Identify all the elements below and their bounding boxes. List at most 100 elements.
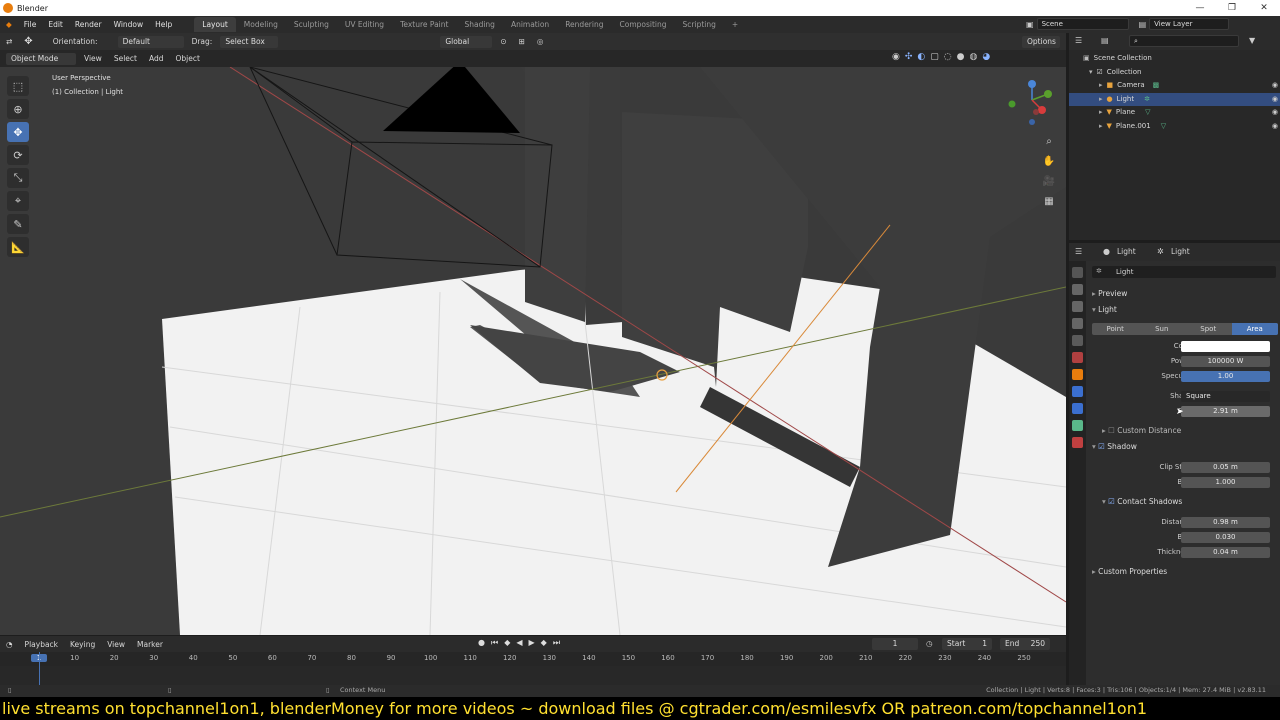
outliner-collection[interactable]: ▾ ☑ Collection [1069,66,1280,80]
tab-texture-paint[interactable]: Texture Paint [392,17,456,32]
outliner-item-plane-001[interactable]: ▸ ▼ Plane.001 ▽ ◉ [1069,120,1280,134]
menu-help[interactable]: Help [149,20,178,29]
camera-view-icon[interactable]: 🎥 [1042,172,1056,192]
specular-field[interactable]: 1.00 [1181,371,1270,382]
options-dropdown[interactable]: Options [1022,35,1060,48]
eye-icon[interactable]: ◉ [1272,120,1278,134]
proportional-edit-icon[interactable]: ◎ [531,37,550,46]
tab-animation[interactable]: Animation [503,17,557,32]
measure-tool-icon[interactable]: 📐 [7,237,29,257]
editor-type-icon[interactable]: ◆ [0,20,18,29]
custom-distance-checkbox[interactable]: ☐ [1108,426,1117,435]
tab-shading[interactable]: Shading [456,17,502,32]
light-type-area[interactable]: Area [1231,323,1278,335]
section-contact-shadows[interactable]: ▾ ☑ Contact Shadows [1102,497,1182,506]
timeline-menu-marker[interactable]: Marker [131,640,169,649]
menu-render[interactable]: Render [69,20,108,29]
navigation-gizmo[interactable] [1008,78,1058,128]
outliner-item-camera[interactable]: ▸ ■ Camera ▩ ◉ [1069,79,1280,93]
section-shadow[interactable]: ▾ ☑ Shadow [1092,442,1137,451]
viewport-menu-select[interactable]: Select [108,54,143,63]
overlay-icon[interactable]: ◐ [917,52,925,62]
play-icon[interactable]: ▶ [529,638,535,648]
orientation-dropdown[interactable]: Default [117,35,184,48]
snap-icon[interactable]: ⊞ [513,37,531,46]
zoom-icon[interactable]: ⌕ [1042,132,1056,152]
eye-icon[interactable]: ◉ [1272,106,1278,120]
jump-start-icon[interactable]: ⏮ [491,638,498,648]
menu-file[interactable]: File [18,20,43,29]
grid-view-icon[interactable]: ▦ [1042,192,1056,212]
prev-keyframe-icon[interactable]: ◆ [504,638,510,648]
object-tab-icon[interactable] [1072,369,1083,380]
shape-dropdown[interactable]: Square [1181,391,1270,402]
eye-icon[interactable]: ◉ [1272,79,1278,93]
tool-tab-icon[interactable] [1072,267,1083,278]
physics-tab-icon[interactable] [1072,386,1083,397]
render-tab-icon[interactable] [1072,284,1083,295]
annotate-tool-icon[interactable]: ✎ [7,214,29,234]
end-frame-field[interactable]: End 250 [1000,638,1050,650]
xray-icon[interactable]: ▢ [930,52,939,62]
constraints-tab-icon[interactable] [1072,403,1083,414]
minimize-icon[interactable]: — [1184,0,1216,16]
section-preview[interactable]: ▸ Preview [1092,289,1127,298]
transform-tool-icon[interactable]: ✥ [18,36,38,47]
wireframe-shading-icon[interactable]: ◌ [944,52,952,62]
output-tab-icon[interactable] [1072,301,1083,312]
tab-rendering[interactable]: Rendering [557,17,611,32]
scene-icon[interactable]: ▣ [1026,20,1034,29]
contact-shadows-checkbox[interactable]: ☑ [1108,497,1117,506]
tab-sculpting[interactable]: Sculpting [286,17,337,32]
properties-editor-icon[interactable]: ☰ [1075,247,1082,256]
menu-window[interactable]: Window [108,20,150,29]
tool-settings-icon[interactable]: ⇄ [0,37,18,46]
tab-scripting[interactable]: Scripting [675,17,724,32]
view-layer-icon[interactable]: ▤ [1139,20,1147,29]
pan-hand-icon[interactable]: ✋ [1042,152,1056,172]
material-shading-icon[interactable]: ◍ [970,52,978,62]
tab-modeling[interactable]: Modeling [236,17,286,32]
size-field[interactable]: 2.91 m [1181,406,1270,417]
clock-icon[interactable]: ◷ [926,639,933,648]
menu-edit[interactable]: Edit [42,20,69,29]
collection-checkbox-icon[interactable]: ☑ [1097,68,1103,76]
timeline-menu-playback[interactable]: Playback [19,640,64,649]
section-light[interactable]: ▾ Light [1092,305,1117,314]
expand-icon[interactable]: ▾ [1089,68,1093,76]
distance-field[interactable]: 0.98 m [1181,517,1270,528]
light-type-sun[interactable]: Sun [1139,323,1186,335]
rotate-tool-icon[interactable]: ⟳ [7,145,29,165]
contact-bias-field[interactable]: 0.030 [1181,532,1270,543]
power-field[interactable]: 100000 W [1181,356,1270,367]
next-keyframe-icon[interactable]: ◆ [541,638,547,648]
color-swatch[interactable] [1181,341,1270,352]
light-data-tab-icon[interactable] [1072,420,1083,431]
outliner-item-light[interactable]: ▸ ● Light ✲ ◉ [1069,92,1280,106]
scene-tab-icon[interactable] [1072,335,1083,346]
view-layer-selector[interactable]: View Layer [1149,18,1230,30]
timeline-ruler[interactable]: 1102030405060708090100110120130140150160… [0,652,1066,666]
current-frame-field[interactable]: 1 [872,638,918,650]
section-custom-properties[interactable]: ▸ Custom Properties [1092,567,1167,576]
outliner-editor-icon[interactable]: ☰ [1075,36,1082,45]
timeline-menu-view[interactable]: View [101,640,131,649]
close-icon[interactable]: ✕ [1248,0,1280,16]
filter-icon[interactable]: ▼ [1249,36,1255,45]
transform-orientation-dropdown[interactable]: Global [440,35,493,48]
select-box-tool-icon[interactable]: ⬚ [7,76,29,96]
outliner-display-icon[interactable]: ▤ [1101,36,1109,45]
pivot-icon[interactable]: ⊙ [494,37,512,46]
move-tool-icon[interactable]: ✥ [7,122,29,142]
shadow-checkbox[interactable]: ☑ [1098,442,1107,451]
view-layer-tab-icon[interactable] [1072,318,1083,329]
outliner-scene-collection[interactable]: ▣ Scene Collection [1069,52,1280,66]
viewport-menu-object[interactable]: Object [169,54,205,63]
visibility-icon[interactable]: ◉ [892,52,900,62]
add-workspace-icon[interactable]: + [724,17,746,32]
maximize-icon[interactable]: ❐ [1216,0,1248,16]
scale-tool-icon[interactable]: ⤡ [7,168,29,188]
scene-selector[interactable]: Scene [1036,18,1129,30]
viewport-menu-view[interactable]: View [78,54,108,63]
tab-uv-editing[interactable]: UV Editing [337,17,392,32]
